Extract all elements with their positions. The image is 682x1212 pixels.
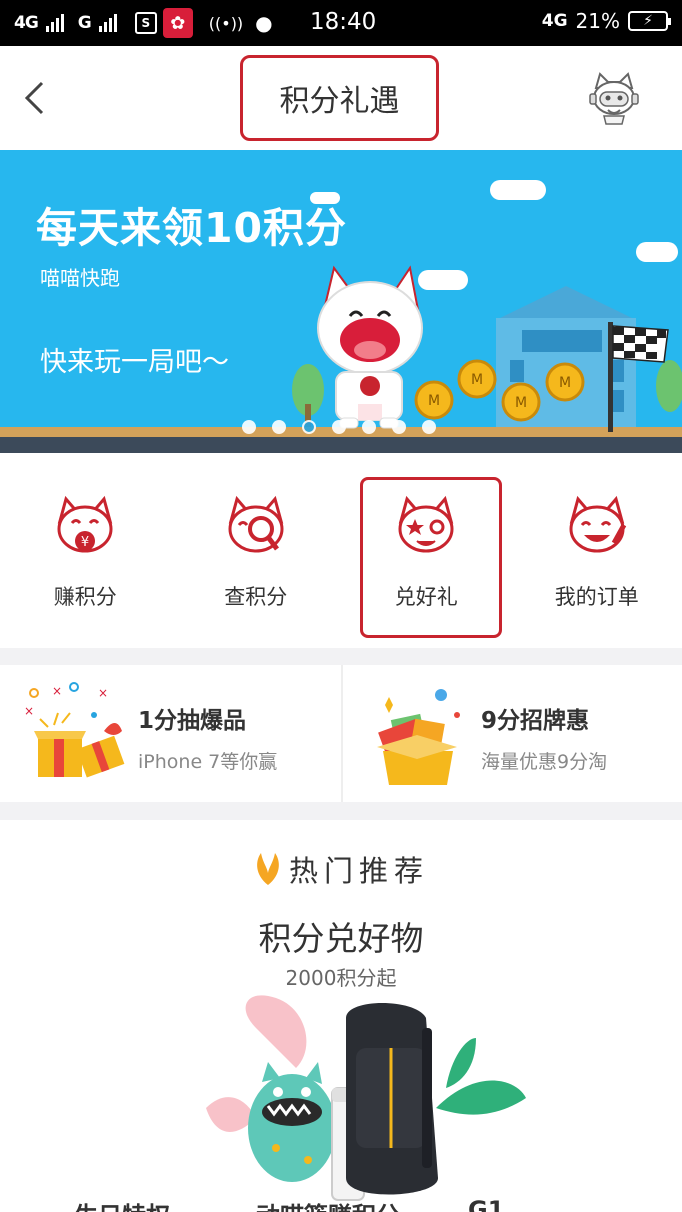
leaf-icon — [257, 853, 279, 885]
menu-my-orders[interactable]: 我的订单 — [512, 453, 682, 648]
coupon-box-icon — [377, 689, 460, 785]
gift-box-icon: × × × — [24, 682, 125, 778]
battery-percent: 21% — [575, 9, 620, 33]
svg-text:M: M — [428, 393, 440, 409]
cat-coin-icon: ¥ — [57, 495, 113, 553]
svg-text:M: M — [515, 395, 527, 411]
product-subtitle: 2000积分起 — [285, 966, 397, 990]
promo-banner[interactable]: 每天来领10积分 喵喵快跑 快来玩一局吧～ M M M M — [0, 150, 682, 453]
cat-magnifier-icon — [228, 495, 284, 553]
pagination-dot[interactable] — [362, 420, 376, 434]
highlight-redeem-box — [360, 477, 502, 638]
svg-text:×: × — [98, 686, 108, 700]
menu-label: 查积分 — [224, 585, 288, 609]
products-illustration[interactable] — [196, 988, 526, 1212]
menu-check-points[interactable]: 查积分 — [171, 453, 342, 648]
promo-title: 1分抽爆品 — [138, 708, 247, 734]
message-icon: ● — [255, 11, 273, 35]
pagination-dot[interactable] — [332, 420, 346, 434]
status-right: 4G 21% ⚡ — [541, 9, 671, 33]
promo-subtitle: 海量优惠9分淘 — [481, 751, 608, 773]
tab-g1[interactable]: G1 — [468, 1196, 504, 1212]
cat-mascot-icon — [317, 265, 423, 429]
promo-title: 9分招牌惠 — [481, 708, 590, 734]
network-4g-label: 4G — [14, 13, 39, 33]
tab-birthday[interactable]: 生日特权 — [74, 1196, 170, 1212]
pagination-dot[interactable] — [272, 420, 286, 434]
svg-text:¥: ¥ — [81, 535, 89, 550]
promo-deal-card[interactable]: 9分招牌惠 海量优惠9分淘 — [341, 665, 682, 802]
promo-subtitle: iPhone 7等你赢 — [138, 751, 278, 773]
pagination-dot-active[interactable] — [302, 420, 316, 434]
menu-label: 赚积分 — [53, 585, 117, 609]
bottom-category-tabs: 生日特权 动喵篮赚积分 G1 — [0, 1196, 682, 1212]
hot-recommend-section: 热门推荐 积分兑好物 2000积分起 G1 — [0, 820, 682, 1212]
status-bar: 4G G S ✿ ((•)) ● 18:40 4G 21% ⚡ — [0, 0, 682, 46]
cat-pencil-icon — [569, 495, 626, 553]
app-screen: 4G G S ✿ ((•)) ● 18:40 4G 21% ⚡ 积分礼遇 每天来… — [0, 0, 682, 1212]
pagination-dot[interactable] — [422, 420, 436, 434]
section-title: 热门推荐 — [288, 854, 429, 888]
tab-points-game[interactable]: 动喵篮赚积分 — [256, 1196, 400, 1212]
svg-text:×: × — [52, 684, 62, 698]
section-header: 热门推荐 — [0, 848, 682, 890]
signal-icon-2 — [98, 14, 117, 32]
svg-text:M: M — [559, 375, 571, 391]
svg-text:×: × — [24, 704, 34, 718]
app-flower-icon: ✿ — [162, 8, 193, 38]
network-right-label: 4G — [541, 11, 568, 31]
status-left: 4G G S ✿ ((•)) ● — [14, 8, 273, 38]
promo-cards: × × × 1分抽爆品 iPhone 7等你赢 9分招牌惠 海量优惠9分淘 — [0, 665, 682, 802]
promo-lottery-card[interactable]: × × × 1分抽爆品 iPhone 7等你赢 — [0, 665, 341, 802]
status-time: 18:40 — [310, 9, 377, 35]
page-title: 积分礼遇 — [240, 55, 439, 141]
sim-icon: S — [134, 12, 157, 34]
product-title[interactable]: 积分兑好物 — [0, 912, 682, 960]
network-g-label: G — [77, 13, 92, 33]
pagination-dot[interactable] — [242, 420, 256, 434]
back-button[interactable] — [18, 78, 52, 118]
signal-icon — [45, 14, 64, 32]
banner-scene-illustration: M M M M — [0, 265, 682, 453]
nav-bar: 积分礼遇 — [0, 46, 682, 150]
hotspot-icon: ((•)) — [208, 13, 244, 33]
chevron-left-icon — [24, 81, 44, 115]
pagination-dot[interactable] — [392, 420, 406, 434]
cat-robot-icon[interactable] — [586, 70, 642, 126]
battery-icon: ⚡ — [628, 11, 671, 31]
banner-pagination — [242, 420, 436, 434]
menu-earn-points[interactable]: ¥ 赚积分 — [0, 453, 171, 648]
menu-label: 我的订单 — [554, 585, 639, 609]
quick-menu: ¥ 赚积分 查积分 兑好礼 我的订单 — [0, 453, 682, 648]
svg-text:M: M — [471, 372, 483, 388]
